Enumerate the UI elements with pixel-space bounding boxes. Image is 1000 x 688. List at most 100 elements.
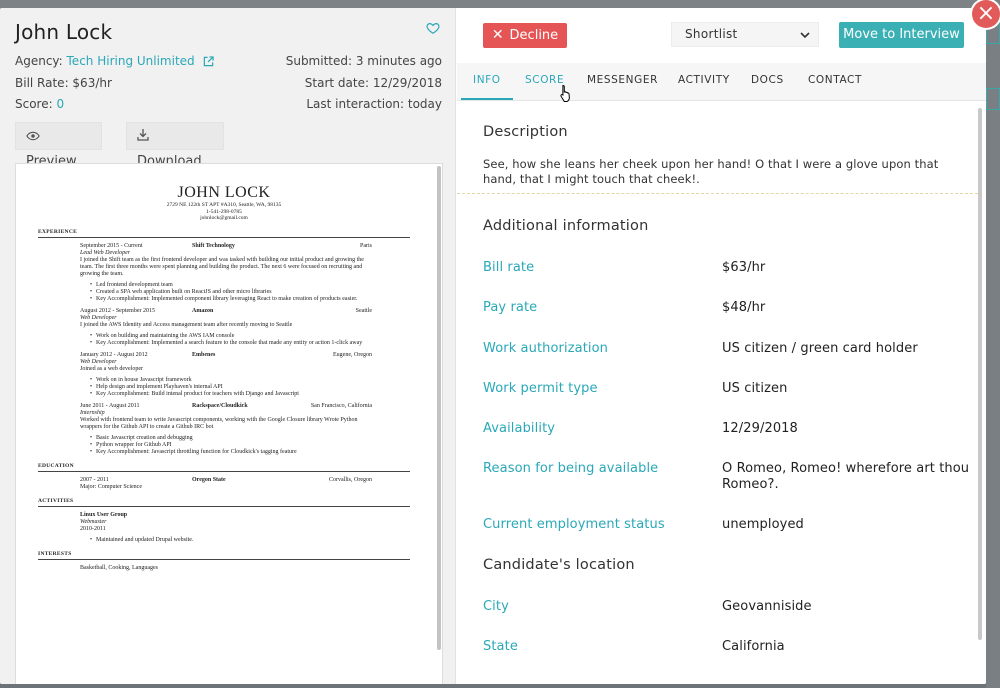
job-dates: June 2011 - August 2011 <box>80 402 140 409</box>
decline-button[interactable]: ✕ Decline <box>483 23 567 48</box>
active-tab-indicator <box>461 98 513 100</box>
education-major: Major: Computer Science <box>80 483 142 490</box>
info-label-bill-rate: Bill rate <box>483 260 535 275</box>
job-title: Lead Web Developer <box>80 249 131 256</box>
info-label-state: State <box>483 639 518 654</box>
info-label-reason-available: Reason for being available <box>483 461 659 476</box>
move-to-interview-button[interactable]: Move to Interview <box>839 22 964 48</box>
job-location: Eugene, Oregon <box>333 351 372 358</box>
info-value-availability: 12/29/2018 <box>722 421 798 436</box>
resume-job-header: September 2015 - Current Shift Technolog… <box>80 243 410 250</box>
preview-button[interactable]: Preview <box>15 122 102 169</box>
detail-scrollbar[interactable] <box>978 108 982 640</box>
activity-dates: 2010-2011 <box>80 525 106 532</box>
heart-icon[interactable] <box>426 21 440 35</box>
job-company: Rackspace/Cloudkick <box>192 402 248 409</box>
job-bullet: Led frontend development team <box>90 282 366 289</box>
background-page-edge <box>986 0 1000 688</box>
job-summary: Joined as a web developer <box>80 365 143 372</box>
tab-contact[interactable]: CONTACT <box>808 74 862 86</box>
start-date: Start date: 12/29/2018 <box>304 76 442 90</box>
education-location: Corvallis, Oregon <box>329 476 372 483</box>
external-link-icon[interactable] <box>203 56 215 67</box>
job-bullet: Key Accomplishment: Implemented a search… <box>90 340 366 347</box>
job-dates: August 2012 - September 2015 <box>80 307 155 314</box>
close-modal-button[interactable]: × <box>972 0 1000 28</box>
info-value-pay-rate: $48/hr <box>722 300 766 315</box>
job-bullet: Python wrapper for Github API <box>90 442 366 449</box>
info-label-pay-rate: Pay rate <box>483 300 538 315</box>
status-select-value: Shortlist <box>685 27 738 41</box>
job-location: Paris <box>360 242 372 249</box>
pointer-cursor-icon <box>560 84 570 102</box>
resume-scrollbar[interactable] <box>437 166 441 650</box>
resume-education-row: 2007 - 2011 Oregon State Corvallis, Oreg… <box>80 477 410 484</box>
activity-name: Linux User Group <box>80 511 128 518</box>
job-location: San Francisco, California <box>310 402 372 409</box>
resume-job-header: June 2011 - August 2011 Rackspace/Cloudk… <box>80 403 410 410</box>
agency-line: Agency: Tech Hiring Unlimited <box>15 54 215 68</box>
info-value-state: California <box>722 639 785 654</box>
resume-name: JOHN LOCK <box>177 184 271 201</box>
score-line: Score: 0 <box>15 97 64 111</box>
detail-tabs: INFO SCORE MESSENGER ACTIVITY DOCS CONTA… <box>457 63 986 101</box>
resume-section-heading: EXPERIENCE <box>38 229 410 238</box>
location-heading: Candidate's location <box>483 557 635 573</box>
score-label: Score: <box>15 97 53 111</box>
last-interaction: Last interaction: today <box>306 97 442 111</box>
tab-info[interactable]: INFO <box>473 74 501 86</box>
tab-activity[interactable]: ACTIVITY <box>678 74 730 86</box>
description-text: See, how she leans her cheek upon her ha… <box>483 157 939 186</box>
info-label-work-authorization: Work authorization <box>483 341 608 356</box>
resume-section-heading: ACTIVITIES <box>38 498 410 507</box>
info-value-work-permit-type: US citizen <box>722 381 788 396</box>
job-bullet: Created a SPA web application built on R… <box>90 289 366 296</box>
bill-rate: Bill Rate: $63/hr <box>15 76 112 90</box>
job-location: Seattle <box>355 307 372 314</box>
job-bullet: Work on building and maintaining the AWS… <box>90 333 366 340</box>
education-school: Oregon State <box>192 476 226 483</box>
candidate-detail-pane: ✕ Decline Shortlist Move to Interview INF… <box>457 8 986 684</box>
info-label-availability: Availability <box>483 421 556 436</box>
resume-section-heading: EDUCATION <box>38 463 410 472</box>
agency-label: Agency: <box>15 54 63 68</box>
chevron-down-icon <box>800 32 810 39</box>
decline-label: Decline <box>509 28 559 43</box>
job-company: Amazon <box>192 307 214 314</box>
activity-role: Webmaster <box>80 518 107 525</box>
tab-docs[interactable]: DOCS <box>751 74 784 86</box>
job-bullet: Help design and implement Playhaven's in… <box>90 384 366 391</box>
resume-job-header: August 2012 - September 2015 Amazon Seat… <box>80 308 410 315</box>
tab-messenger[interactable]: MESSENGER <box>587 74 658 86</box>
description-heading: Description <box>483 124 568 140</box>
job-title: Internship <box>80 409 105 416</box>
resume-preview[interactable]: JOHN LOCK 2729 NE 122th ST APT #A310, Se… <box>15 163 443 684</box>
submitted-time: Submitted: 3 minutes ago <box>285 54 442 68</box>
job-summary: I joined the Shift team as the first fro… <box>80 256 364 277</box>
interests-text: Basketball, Cooking, Languages <box>80 564 158 571</box>
score-value[interactable]: 0 <box>56 97 64 111</box>
download-button[interactable]: Download <box>126 122 224 169</box>
job-dates: January 2012 - August 2012 <box>80 351 148 358</box>
resume-document: JOHN LOCK 2729 NE 122th ST APT #A310, Se… <box>38 184 410 572</box>
additional-info-heading: Additional information <box>483 218 649 234</box>
job-bullet: Key Accomplishment: Implemented componen… <box>90 296 366 303</box>
background-page-header <box>0 0 1000 8</box>
download-icon <box>137 129 149 141</box>
resume-email: johnlock@gmail.com <box>200 215 248 221</box>
job-bullet: Work on in house Javascript framework <box>90 377 366 384</box>
job-title: Web Developer <box>80 358 117 365</box>
agency-link[interactable]: Tech Hiring Unlimited <box>67 54 195 68</box>
job-bullet: Key Accomplishment: Javascript throttlin… <box>90 449 366 456</box>
job-summary: I joined the AWS Identity and Access man… <box>80 321 293 328</box>
info-value-city: Geovanniside <box>722 599 812 614</box>
eye-icon <box>26 131 40 141</box>
status-select[interactable]: Shortlist <box>671 22 819 47</box>
resume-job-header: January 2012 - August 2012 Embenes Eugen… <box>80 352 410 359</box>
job-title: Web Developer <box>80 314 117 321</box>
job-company: Shift Technology <box>192 242 235 249</box>
candidate-modal: John Lock Agency: Tech Hiring Unlimited … <box>0 8 986 684</box>
info-label-work-permit-type: Work permit type <box>483 381 598 396</box>
candidate-name: John Lock <box>15 20 113 44</box>
resume-section-heading: INTERESTS <box>38 551 410 560</box>
